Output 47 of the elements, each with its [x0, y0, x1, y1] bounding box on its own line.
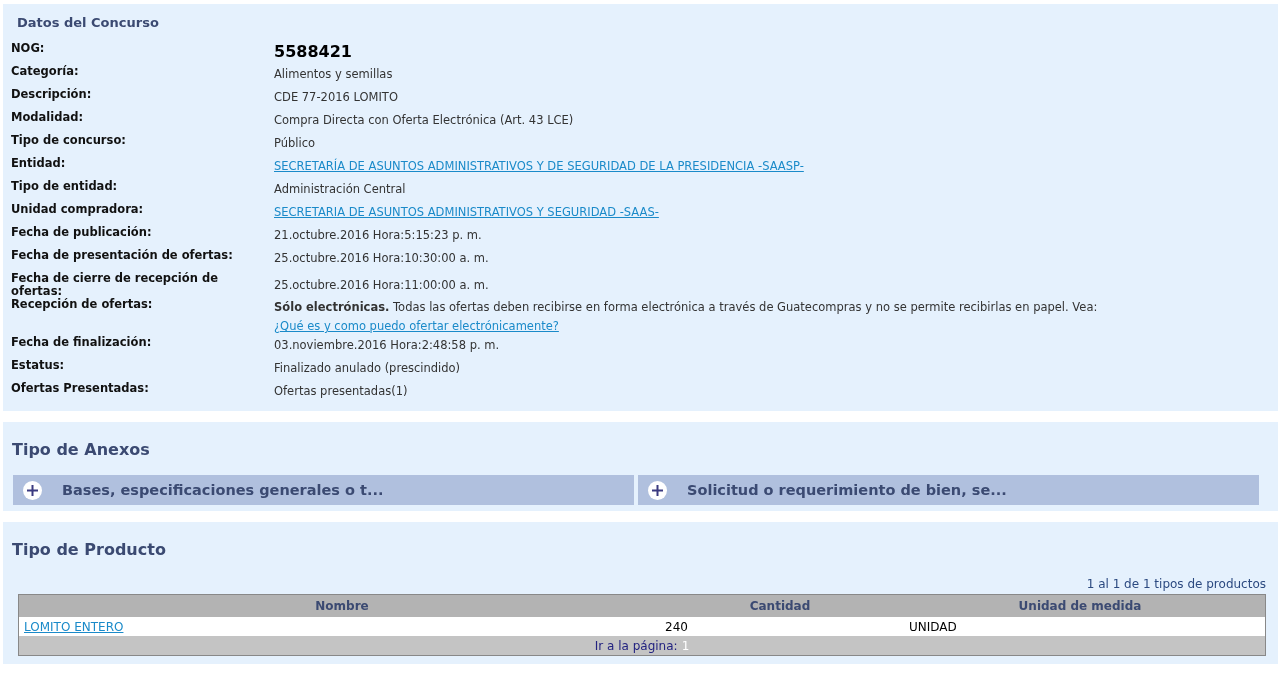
table-cell: 240 [665, 617, 895, 636]
entity-link[interactable]: SECRETARIA DE ASUNTOS ADMINISTRATIVOS Y SEGURIDAD -SAAS- [274, 203, 659, 222]
field-label: Ofertas Presentadas: [11, 382, 149, 395]
field-label: Fecha de presentación de ofertas: [11, 249, 233, 262]
field-label: Descripción: [11, 88, 92, 101]
section-title: Tipo de Producto [12, 540, 167, 559]
field-label: Modalidad: [11, 111, 84, 124]
panel-title: Datos del Concurso [17, 15, 160, 30]
entity-link[interactable]: SECRETARÍA DE ASUNTOS ADMINISTRATIVOS Y DE SEGURIDAD DE LA PRESIDENCIA -SAASP- [274, 157, 804, 176]
results-count: 1 al 1 de 1 tipos de productos [1086, 577, 1266, 591]
field-value: 25.octubre.2016 Hora:10:30:00 a. m. [274, 250, 489, 267]
field-value: 21.octubre.2016 Hora:5:15:23 p. m. [274, 227, 482, 244]
field-value: Compra Directa con Oferta Electrónica (Art. 43 LCE) [274, 112, 574, 129]
field-label: Estatus: [11, 359, 65, 372]
field-value: Ofertas presentadas(1) [274, 383, 408, 400]
field-value: CDE 77-2016 LOMITO [274, 89, 398, 106]
annex-toggle[interactable]: Solicitud o requerimiento de bien, se... [638, 475, 1259, 505]
help-link[interactable]: ¿Qué es y como puedo ofertar electrónicamente? [274, 319, 559, 333]
plus-icon [648, 480, 667, 500]
column-header: Nombre [18, 594, 665, 617]
table-cell: UNIDAD [895, 617, 1266, 636]
page-link[interactable]: 1 [681, 638, 690, 653]
plus-icon [23, 480, 42, 500]
section-title: Tipo de Anexos [12, 440, 151, 459]
pager-label: Ir a la página: [594, 638, 678, 653]
field-label: Fecha de publicación: [11, 226, 152, 239]
field-value: Público [274, 135, 316, 152]
field-label: Fecha de finalización: [11, 336, 152, 349]
field-value: Alimentos y semillas [274, 66, 393, 83]
column-header: Cantidad [665, 594, 895, 617]
field-value: 03.noviembre.2016 Hora:2:48:58 p. m. [274, 337, 500, 354]
field-label: Fecha de cierre de recepción de ofertas: [11, 272, 219, 298]
annex-toggle[interactable]: Bases, especificaciones generales o t... [13, 475, 634, 505]
field-label: Tipo de concurso: [11, 134, 126, 147]
field-value: 25.octubre.2016 Hora:11:00:00 a. m. [274, 276, 489, 294]
column-header: Unidad de medida [895, 594, 1266, 617]
field-label: Unidad compradora: [11, 203, 144, 216]
reception-note: Sólo electrónicas. Todas las ofertas deben recibirse en forma electrónica a través de Guatecompras y no se permite recibirlas en papel. Vea: ¿Qué es y como puedo ofertar electrónicamente? [274, 299, 1099, 335]
field-label: Tipo de entidad: [11, 180, 118, 193]
field-value: Finalizado anulado (prescindido) [274, 360, 461, 377]
nog-number: 5588421 [274, 42, 352, 61]
product-link[interactable]: LOMITO ENTERO [24, 619, 124, 634]
field-label: NOG: [11, 42, 45, 55]
field-value: Administración Central [274, 181, 406, 198]
field-label: Categoría: [11, 65, 79, 78]
field-label: Entidad: [11, 157, 66, 170]
field-label: Recepción de ofertas: [11, 298, 153, 311]
